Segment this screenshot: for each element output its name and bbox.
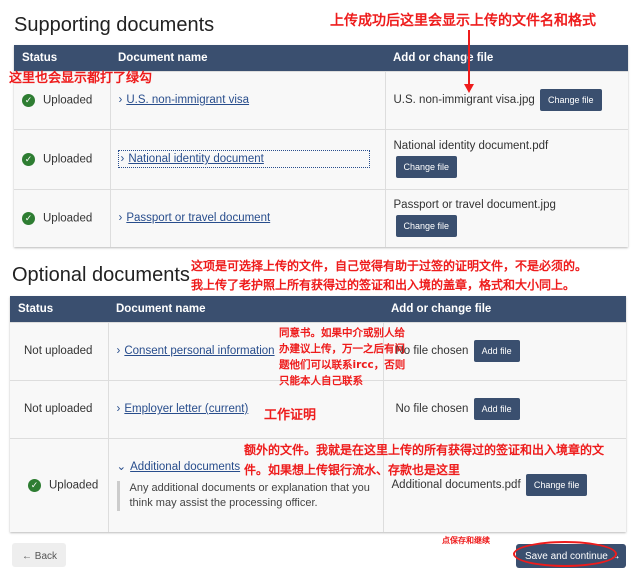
file-name: U.S. non-immigrant visa.jpg: [393, 94, 535, 107]
chevron-icon: ›: [118, 212, 123, 225]
col-file: Add or change file: [383, 296, 626, 322]
doc-link[interactable]: Employer letter (current): [124, 403, 248, 415]
annotation: 额外的文件。我就是在这里上传的所有获得过的签证和出入境章的文件。如果想上传银行流…: [244, 443, 605, 477]
col-file: Add or change file: [385, 45, 628, 71]
annotation: 这项是可选择上传的文件，自己觉得有助于过签的证明文件，不是必须的。: [191, 259, 588, 273]
highlight-ellipse: [513, 541, 617, 567]
optional-title: Optional documents: [12, 264, 190, 286]
back-label: Back: [34, 551, 58, 562]
doc-link[interactable]: National identity document: [128, 153, 264, 165]
annotation: 上传成功后这里会显示上传的文件名和格式: [330, 13, 596, 29]
check-icon: ✓: [22, 93, 35, 107]
check-icon: ✓: [22, 152, 35, 166]
table-row: ✓ Uploaded › Passport or travel document P…: [14, 188, 628, 247]
supporting-title: Supporting documents: [14, 14, 215, 36]
annotation: 这里也会显示都打了绿勾: [9, 71, 153, 86]
change-file-button[interactable]: Change file: [395, 156, 458, 178]
col-status: Status: [10, 296, 108, 322]
check-icon: ✓: [28, 478, 41, 492]
doc-link[interactable]: Passport or travel document: [126, 212, 270, 224]
doc-detail: Any additional documents or explanation …: [116, 480, 375, 511]
chevron-icon: ›: [116, 345, 121, 357]
status: Uploaded: [49, 479, 99, 492]
annotation: 工作证明: [264, 408, 317, 423]
file-name: Passport or travel document.jpg: [393, 199, 556, 212]
chevron-down-icon: ⌄: [116, 460, 127, 473]
add-file-button[interactable]: Add file: [473, 398, 520, 420]
file-name: Additional documents.pdf: [391, 479, 521, 492]
arrow-left-icon: ←: [22, 551, 35, 562]
check-icon: ✓: [22, 211, 35, 225]
doc-link[interactable]: U.S. non-immigrant visa: [126, 94, 249, 106]
doc-link[interactable]: Additional documents: [130, 461, 240, 473]
col-doc: Document name: [108, 296, 383, 322]
add-file-button[interactable]: Add file: [473, 340, 520, 362]
arrow-line: [468, 30, 470, 86]
chevron-icon: ›: [120, 153, 125, 165]
annotation: 我上传了老护照上所有获得过的签证和出入境的盖章，格式和大小同上。: [191, 278, 576, 292]
change-file-button[interactable]: Change file: [539, 89, 602, 111]
chevron-icon: ›: [116, 403, 121, 415]
annotation: 同意书。如果中介或别人给办建议上传，万一之后有问题他们可以联系ircc，否则只能…: [279, 327, 406, 387]
status: Not uploaded: [10, 379, 109, 438]
change-file-button[interactable]: Change file: [395, 215, 458, 238]
file-name: National identity document.pdf: [393, 140, 549, 152]
arrow-head: [464, 84, 474, 93]
status: Uploaded: [43, 153, 93, 166]
table-row: ✓ Uploaded › National identity document Na…: [14, 128, 628, 189]
back-button[interactable]: ← Back: [12, 543, 66, 567]
chevron-icon: ›: [118, 94, 123, 106]
file-name: No file chosen: [395, 403, 469, 416]
annotation: 点保存和继续: [442, 536, 490, 545]
doc-link[interactable]: Consent personal information: [124, 345, 274, 357]
status: Uploaded: [43, 212, 93, 225]
status: Not uploaded: [10, 321, 109, 380]
status: Uploaded: [43, 94, 93, 107]
